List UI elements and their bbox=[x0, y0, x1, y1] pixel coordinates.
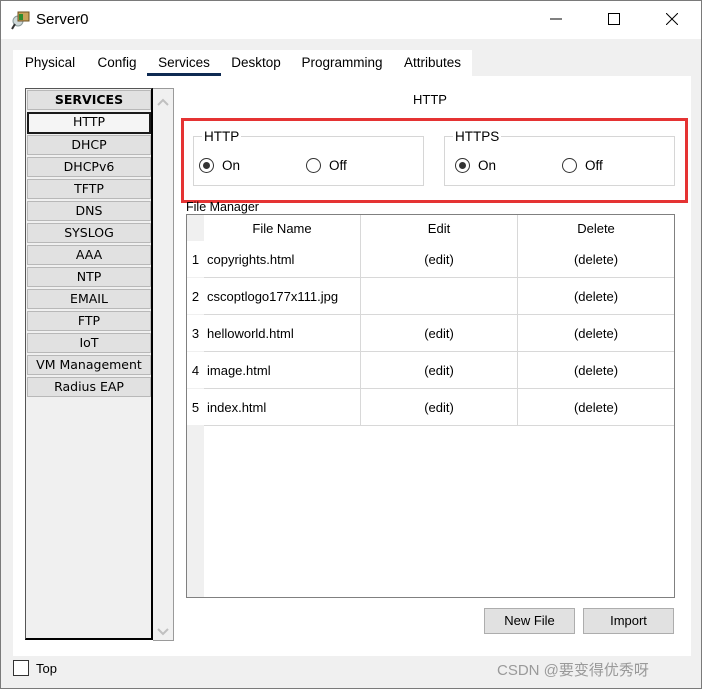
services-content: SERVICES HTTP DHCP DHCPv6 TFTP DNS SYSLO… bbox=[13, 76, 691, 656]
service-item-syslog[interactable]: SYSLOG bbox=[27, 223, 151, 243]
tab-programming[interactable]: Programming bbox=[291, 50, 393, 76]
watermark: CSDN @要变得优秀呀 bbox=[497, 662, 649, 679]
file-name: cscoptlogo177x111.jpg bbox=[204, 278, 361, 315]
tab-desktop[interactable]: Desktop bbox=[221, 50, 291, 76]
edit-link[interactable]: (edit) bbox=[361, 352, 518, 389]
file-name: copyrights.html bbox=[204, 241, 361, 278]
chevron-up-icon[interactable] bbox=[157, 95, 169, 106]
column-header-edit: Edit bbox=[361, 215, 518, 243]
service-item-dhcp[interactable]: DHCP bbox=[27, 135, 151, 155]
radio-selected-icon bbox=[455, 158, 470, 173]
row-number: 3 bbox=[187, 315, 204, 351]
services-header: SERVICES bbox=[27, 90, 151, 110]
http-group-label: HTTP bbox=[202, 129, 242, 144]
table-row: 5 index.html (edit) (delete) bbox=[187, 389, 674, 426]
http-on-label: On bbox=[222, 158, 241, 173]
row-number: 4 bbox=[187, 352, 204, 388]
import-button[interactable]: Import bbox=[583, 608, 674, 634]
services-scrollbar[interactable] bbox=[153, 88, 174, 641]
service-item-email[interactable]: EMAIL bbox=[27, 289, 151, 309]
http-off-label: Off bbox=[329, 158, 347, 173]
service-item-aaa[interactable]: AAA bbox=[27, 245, 151, 265]
column-header-delete: Delete bbox=[577, 221, 615, 236]
service-item-radius-eap[interactable]: Radius EAP bbox=[27, 377, 151, 397]
close-button[interactable] bbox=[643, 1, 701, 39]
delete-link[interactable]: (delete) bbox=[518, 389, 674, 426]
tab-config[interactable]: Config bbox=[87, 50, 147, 76]
column-header-file-name: File Name bbox=[204, 215, 361, 243]
top-checkbox[interactable]: Top bbox=[13, 660, 57, 676]
http-off-radio[interactable]: Off bbox=[306, 158, 347, 173]
http-group: HTTP On Off bbox=[193, 129, 424, 186]
panel-title: HTTP bbox=[413, 92, 447, 107]
service-item-tftp[interactable]: TFTP bbox=[27, 179, 151, 199]
file-name: image.html bbox=[204, 352, 361, 389]
service-item-ntp[interactable]: NTP bbox=[27, 267, 151, 287]
service-item-vm-management[interactable]: VM Management bbox=[27, 355, 151, 375]
delete-link[interactable]: (delete) bbox=[518, 352, 674, 389]
tab-attributes[interactable]: Attributes bbox=[393, 50, 472, 76]
table-header: File Name Edit Delete bbox=[204, 215, 674, 243]
delete-link[interactable]: (delete) bbox=[518, 315, 674, 352]
table-row: 1 copyrights.html (edit) (delete) bbox=[187, 241, 674, 278]
radio-selected-icon bbox=[199, 158, 214, 173]
window-title: Server0 bbox=[36, 11, 89, 28]
delete-link[interactable]: (delete) bbox=[518, 241, 674, 278]
file-name: index.html bbox=[204, 389, 361, 426]
tab-bar: Physical Config Services Desktop Program… bbox=[13, 50, 472, 76]
https-group: HTTPS On Off bbox=[444, 129, 675, 186]
https-off-radio[interactable]: Off bbox=[562, 158, 603, 173]
delete-link[interactable]: (delete) bbox=[518, 278, 674, 315]
chevron-down-icon[interactable] bbox=[157, 625, 169, 636]
service-item-http[interactable]: HTTP bbox=[27, 112, 151, 134]
radio-unselected-icon bbox=[562, 158, 577, 173]
https-on-label: On bbox=[478, 158, 497, 173]
minimize-icon bbox=[550, 13, 562, 28]
file-name: helloworld.html bbox=[204, 315, 361, 352]
service-item-dns[interactable]: DNS bbox=[27, 201, 151, 221]
tab-services[interactable]: Services bbox=[147, 50, 221, 76]
edit-link[interactable]: (edit) bbox=[361, 315, 518, 352]
edit-cell bbox=[361, 278, 518, 315]
https-group-label: HTTPS bbox=[453, 129, 502, 144]
radio-unselected-icon bbox=[306, 158, 321, 173]
file-manager-table: File Name Edit Delete 1 copyrights.html … bbox=[186, 214, 675, 598]
table-row: 3 helloworld.html (edit) (delete) bbox=[187, 315, 674, 352]
https-on-radio[interactable]: On bbox=[455, 158, 496, 173]
server-window: Server0 Physical Config Services Desktop… bbox=[0, 0, 702, 689]
checkbox-icon[interactable] bbox=[13, 660, 29, 676]
services-list: SERVICES HTTP DHCP DHCPv6 TFTP DNS SYSLO… bbox=[25, 88, 153, 640]
maximize-icon bbox=[608, 12, 620, 28]
edit-link[interactable]: (edit) bbox=[361, 389, 518, 426]
edit-link[interactable]: (edit) bbox=[361, 241, 518, 278]
https-off-label: Off bbox=[585, 158, 603, 173]
new-file-button[interactable]: New File bbox=[484, 608, 575, 634]
file-manager-label: File Manager bbox=[186, 200, 259, 214]
table-row: 2 cscoptlogo177x111.jpg (delete) bbox=[187, 278, 674, 315]
row-number: 1 bbox=[187, 241, 204, 277]
http-on-radio[interactable]: On bbox=[199, 158, 240, 173]
row-number: 5 bbox=[187, 389, 204, 425]
service-item-ftp[interactable]: FTP bbox=[27, 311, 151, 331]
maximize-button[interactable] bbox=[585, 1, 643, 39]
title-bar[interactable]: Server0 bbox=[1, 1, 701, 39]
tab-physical[interactable]: Physical bbox=[13, 50, 87, 76]
service-item-dhcpv6[interactable]: DHCPv6 bbox=[27, 157, 151, 177]
server-icon bbox=[11, 10, 31, 30]
row-number: 2 bbox=[187, 278, 204, 314]
close-icon bbox=[665, 12, 679, 28]
minimize-button[interactable] bbox=[527, 1, 585, 39]
top-label: Top bbox=[36, 660, 57, 676]
table-row: 4 image.html (edit) (delete) bbox=[187, 352, 674, 389]
service-item-iot[interactable]: IoT bbox=[27, 333, 151, 353]
